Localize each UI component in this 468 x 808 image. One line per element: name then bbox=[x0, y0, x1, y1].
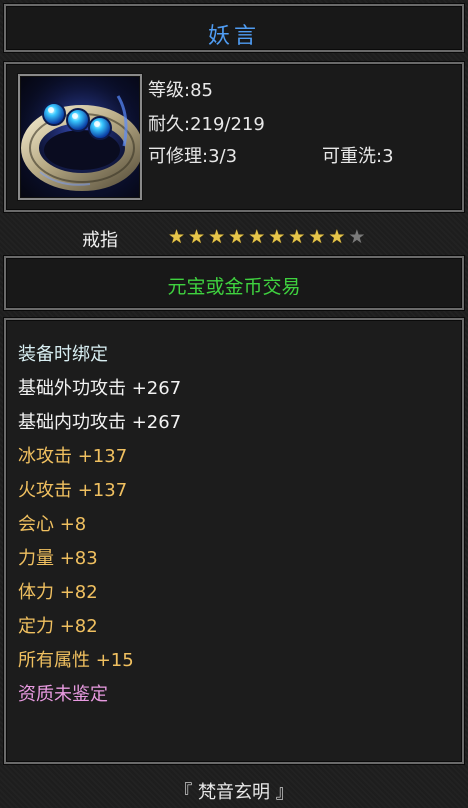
item-type: 戒指 bbox=[82, 230, 118, 251]
trade-panel: 元宝或金币交易 bbox=[4, 256, 464, 310]
star-filled-icon: ★ bbox=[268, 226, 286, 248]
star-filled-icon: ★ bbox=[308, 226, 326, 248]
trade-type: 元宝或金币交易 bbox=[167, 276, 301, 298]
attribute-line: 火攻击 +137 bbox=[18, 480, 128, 501]
star-rating: ★ ★ ★ ★ ★ ★ ★ ★ ★ ★ bbox=[168, 226, 365, 248]
attribute-line: 体力 +82 bbox=[18, 582, 98, 603]
item-name: 妖言 bbox=[207, 24, 260, 49]
rewash-stat: 可重洗:3 bbox=[322, 146, 394, 167]
star-empty-icon: ★ bbox=[348, 226, 366, 248]
title-panel: 妖言 bbox=[4, 4, 464, 52]
star-filled-icon: ★ bbox=[328, 226, 346, 248]
attribute-line: 定力 +82 bbox=[18, 616, 98, 637]
star-filled-icon: ★ bbox=[228, 226, 246, 248]
attribute-line: 所有属性 +15 bbox=[18, 650, 134, 671]
attribute-line: 基础外功攻击 +267 bbox=[18, 378, 182, 399]
attribute-line: 装备时绑定 bbox=[18, 344, 108, 365]
ring-icon[interactable] bbox=[18, 74, 142, 200]
attribute-line: 力量 +83 bbox=[18, 548, 98, 569]
repair-stat: 可修理:3/3 bbox=[148, 146, 238, 167]
star-filled-icon: ★ bbox=[208, 226, 226, 248]
set-name: 『 梵音玄明 』 bbox=[174, 782, 294, 803]
attribute-line: 会心 +8 bbox=[18, 514, 87, 535]
item-tooltip: 妖言 等级:85 耐久:219/219 可修理:3/3 可重洗:3 戒指 ★ ★… bbox=[0, 0, 468, 808]
attributes-panel: 装备时绑定 基础外功攻击 +267 基础内功攻击 +267 冰攻击 +137 火… bbox=[4, 318, 464, 764]
star-filled-icon: ★ bbox=[248, 226, 266, 248]
info-panel: 等级:85 耐久:219/219 可修理:3/3 可重洗:3 bbox=[4, 62, 464, 212]
attribute-line: 资质未鉴定 bbox=[18, 684, 108, 705]
level-stat: 等级:85 bbox=[148, 80, 213, 101]
star-filled-icon: ★ bbox=[188, 226, 206, 248]
attribute-line: 冰攻击 +137 bbox=[18, 446, 128, 467]
star-filled-icon: ★ bbox=[168, 226, 186, 248]
attribute-line: 基础内功攻击 +267 bbox=[18, 412, 182, 433]
durability-stat: 耐久:219/219 bbox=[148, 114, 265, 135]
star-filled-icon: ★ bbox=[288, 226, 306, 248]
